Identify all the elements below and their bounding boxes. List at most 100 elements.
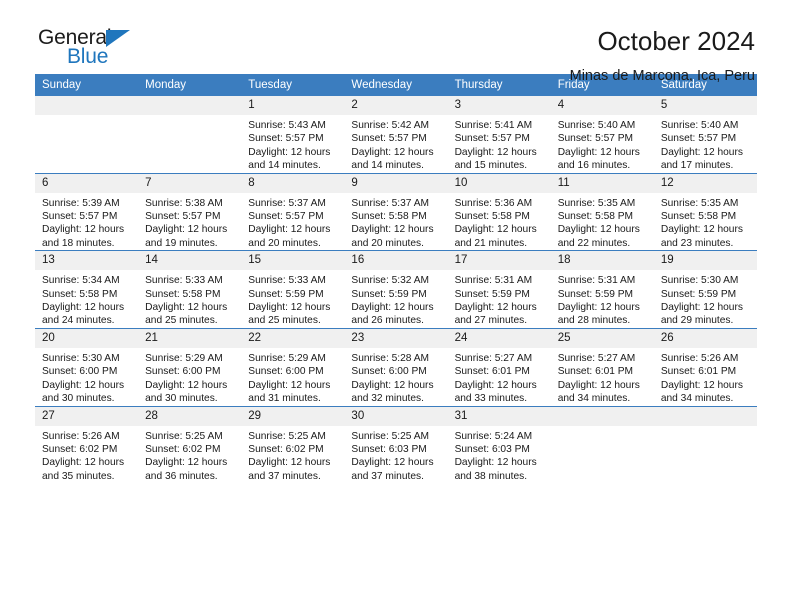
day-number: 23 xyxy=(344,328,448,348)
sunset-text: Sunset: 6:01 PM xyxy=(557,366,634,378)
sunrise-text: Sunrise: 5:35 AM xyxy=(557,197,636,209)
daylight-text: Daylight: 12 hours and 30 minutes. xyxy=(145,379,228,405)
sunrise-text: Sunrise: 5:29 AM xyxy=(248,352,326,364)
calendar-day-cell[interactable]: 17 Sunrise: 5:31 AM Sunset: 5:59 PM Dayligh… xyxy=(447,250,551,329)
day-details: Sunrise: 5:31 AM Sunset: 5:59 PM Daylight:… xyxy=(448,270,551,328)
calendar-day-cell[interactable]: 11 Sunrise: 5:35 AM Sunset: 5:58 PM Dayligh… xyxy=(550,172,654,251)
daylight-text: Daylight: 12 hours and 20 minutes. xyxy=(248,224,331,249)
calendar-page: General Blue October 2024 Minas de Marco… xyxy=(0,0,792,612)
general-blue-logo: General Blue xyxy=(38,26,158,74)
calendar-day-cell[interactable]: 4 Sunrise: 5:40 AM Sunset: 5:57 PM Daylight… xyxy=(550,96,654,174)
calendar-day-cell[interactable]: 25 Sunrise: 5:27 AM Sunset: 6:01 PM Dayligh… xyxy=(550,327,654,406)
page-header: General Blue October 2024 Minas de Marco… xyxy=(35,0,757,84)
daylight-text: Daylight: 12 hours and 19 minutes. xyxy=(145,224,228,249)
calendar-day-cell[interactable]: 23 Sunrise: 5:28 AM Sunset: 6:00 PM Dayligh… xyxy=(344,327,448,406)
day-number: 18 xyxy=(550,251,654,271)
sunrise-text: Sunrise: 5:41 AM xyxy=(454,120,533,131)
calendar-day-cell[interactable]: 28 Sunrise: 5:25 AM Sunset: 6:02 PM Dayligh… xyxy=(138,405,242,484)
daylight-text: Daylight: 12 hours and 34 minutes. xyxy=(660,379,743,405)
calendar-day-cell[interactable]: 21 Sunrise: 5:29 AM Sunset: 6:00 PM Dayligh… xyxy=(138,327,242,406)
sunrise-text: Sunrise: 5:34 AM xyxy=(42,275,120,287)
sunrise-text: Sunrise: 5:40 AM xyxy=(660,120,739,131)
daylight-text: Daylight: 12 hours and 17 minutes. xyxy=(660,146,743,172)
day-details: Sunrise: 5:30 AM Sunset: 6:00 PM Daylight:… xyxy=(35,348,138,406)
sunrise-text: Sunrise: 5:26 AM xyxy=(42,430,120,442)
calendar-day-cell[interactable]: 30 Sunrise: 5:25 AM Sunset: 6:03 PM Dayligh… xyxy=(344,405,448,484)
day-details: Sunrise: 5:41 AM Sunset: 5:57 PM Daylight:… xyxy=(448,115,551,173)
day-details: Sunrise: 5:27 AM Sunset: 6:01 PM Daylight:… xyxy=(551,348,654,406)
sunset-text: Sunset: 6:01 PM xyxy=(660,366,737,378)
sunrise-text: Sunrise: 5:25 AM xyxy=(248,430,326,442)
day-number xyxy=(138,96,242,115)
daylight-text: Daylight: 12 hours and 30 minutes. xyxy=(42,379,125,405)
calendar-day-cell[interactable]: 13 Sunrise: 5:34 AM Sunset: 5:58 PM Dayligh… xyxy=(35,250,139,329)
day-details: Sunrise: 5:39 AM Sunset: 5:57 PM Daylight:… xyxy=(35,193,138,251)
daylight-text: Daylight: 12 hours and 25 minutes. xyxy=(248,302,331,327)
day-number: 25 xyxy=(550,328,654,348)
sunrise-text: Sunrise: 5:36 AM xyxy=(454,197,533,209)
daylight-text: Daylight: 12 hours and 14 minutes. xyxy=(351,146,434,172)
calendar-day-cell[interactable]: 31 Sunrise: 5:24 AM Sunset: 6:03 PM Dayligh… xyxy=(447,405,551,484)
calendar-day-cell[interactable]: 10 Sunrise: 5:36 AM Sunset: 5:58 PM Dayligh… xyxy=(447,172,551,251)
sunrise-text: Sunrise: 5:27 AM xyxy=(557,352,636,364)
sunset-text: Sunset: 6:03 PM xyxy=(454,443,530,455)
calendar-day-cell[interactable]: 29 Sunrise: 5:25 AM Sunset: 6:02 PM Dayligh… xyxy=(241,405,345,484)
calendar-day-cell[interactable]: 20 Sunrise: 5:30 AM Sunset: 6:00 PM Dayligh… xyxy=(35,327,139,406)
day-details: Sunrise: 5:37 AM Sunset: 5:58 PM Daylight:… xyxy=(344,193,447,251)
day-number: 16 xyxy=(344,251,448,271)
daylight-text: Daylight: 12 hours and 29 minutes. xyxy=(660,302,743,327)
sunset-text: Sunset: 5:57 PM xyxy=(454,133,530,145)
day-number: 11 xyxy=(550,173,654,193)
sunset-text: Sunset: 5:57 PM xyxy=(557,133,634,145)
day-number: 3 xyxy=(447,96,551,115)
day-details: Sunrise: 5:43 AM Sunset: 5:57 PM Daylight:… xyxy=(241,115,344,173)
day-number: 21 xyxy=(138,328,242,348)
sunset-text: Sunset: 6:00 PM xyxy=(351,366,427,378)
sunrise-text: Sunrise: 5:31 AM xyxy=(454,275,533,287)
sunrise-text: Sunrise: 5:33 AM xyxy=(248,275,326,287)
sunrise-text: Sunrise: 5:39 AM xyxy=(42,197,120,209)
day-number: 4 xyxy=(550,96,654,115)
calendar-day-cell[interactable]: 22 Sunrise: 5:29 AM Sunset: 6:00 PM Dayligh… xyxy=(241,327,345,406)
daylight-text: Daylight: 12 hours and 27 minutes. xyxy=(454,302,537,327)
sunset-text: Sunset: 5:59 PM xyxy=(557,288,634,300)
sunset-text: Sunset: 5:57 PM xyxy=(248,211,324,223)
calendar-day-cell[interactable]: 8 Sunrise: 5:37 AM Sunset: 5:57 PM Daylight… xyxy=(241,172,345,251)
calendar-day-cell[interactable]: 9 Sunrise: 5:37 AM Sunset: 5:58 PM Daylight… xyxy=(344,172,448,251)
sunset-text: Sunset: 5:57 PM xyxy=(248,133,324,145)
sunrise-text: Sunrise: 5:30 AM xyxy=(42,352,120,364)
daylight-text: Daylight: 12 hours and 37 minutes. xyxy=(248,457,331,482)
calendar-day-cell[interactable]: 18 Sunrise: 5:31 AM Sunset: 5:59 PM Dayligh… xyxy=(550,250,654,329)
calendar-day-cell[interactable]: 15 Sunrise: 5:33 AM Sunset: 5:59 PM Dayligh… xyxy=(241,250,345,329)
calendar-day-cell[interactable]: 26 Sunrise: 5:26 AM Sunset: 6:01 PM Dayligh… xyxy=(653,327,757,406)
sunset-text: Sunset: 6:00 PM xyxy=(42,366,118,378)
calendar-day-cell[interactable]: 6 Sunrise: 5:39 AM Sunset: 5:57 PM Daylight… xyxy=(35,172,139,251)
sunset-text: Sunset: 5:58 PM xyxy=(454,211,530,223)
calendar-day-cell[interactable]: 12 Sunrise: 5:35 AM Sunset: 5:58 PM Dayligh… xyxy=(653,172,757,251)
sunset-text: Sunset: 5:57 PM xyxy=(660,133,737,145)
day-details: Sunrise: 5:29 AM Sunset: 6:00 PM Daylight:… xyxy=(241,348,344,406)
calendar-day-cell[interactable]: 24 Sunrise: 5:27 AM Sunset: 6:01 PM Dayligh… xyxy=(447,327,551,406)
calendar-day-cell[interactable]: 7 Sunrise: 5:38 AM Sunset: 5:57 PM Daylight… xyxy=(138,172,242,251)
day-number: 22 xyxy=(241,328,345,348)
calendar-week-row: 1 Sunrise: 5:43 AM Sunset: 5:57 PM Daylight… xyxy=(35,96,757,174)
calendar-day-cell[interactable]: 1 Sunrise: 5:43 AM Sunset: 5:57 PM Daylight… xyxy=(241,96,345,174)
sunset-text: Sunset: 5:58 PM xyxy=(351,211,427,223)
sunset-text: Sunset: 5:58 PM xyxy=(660,211,737,223)
calendar-day-cell[interactable]: 16 Sunrise: 5:32 AM Sunset: 5:59 PM Dayligh… xyxy=(344,250,448,329)
day-details: Sunrise: 5:31 AM Sunset: 5:59 PM Daylight:… xyxy=(551,270,654,328)
calendar-day-cell[interactable]: 3 Sunrise: 5:41 AM Sunset: 5:57 PM Daylight… xyxy=(447,96,551,174)
calendar-week-row: 13 Sunrise: 5:34 AM Sunset: 5:58 PM Dayligh… xyxy=(35,250,757,329)
day-details: Sunrise: 5:30 AM Sunset: 5:59 PM Daylight:… xyxy=(654,270,757,328)
calendar-day-cell[interactable]: 5 Sunrise: 5:40 AM Sunset: 5:57 PM Daylight… xyxy=(653,96,757,174)
calendar-day-cell[interactable]: 14 Sunrise: 5:33 AM Sunset: 5:58 PM Dayligh… xyxy=(138,250,242,329)
logo-triangle-icon xyxy=(106,30,130,47)
sunset-text: Sunset: 6:02 PM xyxy=(145,443,221,455)
calendar-day-cell[interactable]: 2 Sunrise: 5:42 AM Sunset: 5:57 PM Daylight… xyxy=(344,96,448,174)
calendar-day-cell[interactable]: 19 Sunrise: 5:30 AM Sunset: 5:59 PM Dayligh… xyxy=(653,250,757,329)
calendar-day-cell[interactable]: 27 Sunrise: 5:26 AM Sunset: 6:02 PM Dayligh… xyxy=(35,405,139,484)
sunrise-text: Sunrise: 5:29 AM xyxy=(145,352,223,364)
sunset-text: Sunset: 5:59 PM xyxy=(351,288,427,300)
day-details: Sunrise: 5:40 AM Sunset: 5:57 PM Daylight:… xyxy=(551,115,654,173)
day-details: Sunrise: 5:27 AM Sunset: 6:01 PM Daylight:… xyxy=(448,348,551,406)
